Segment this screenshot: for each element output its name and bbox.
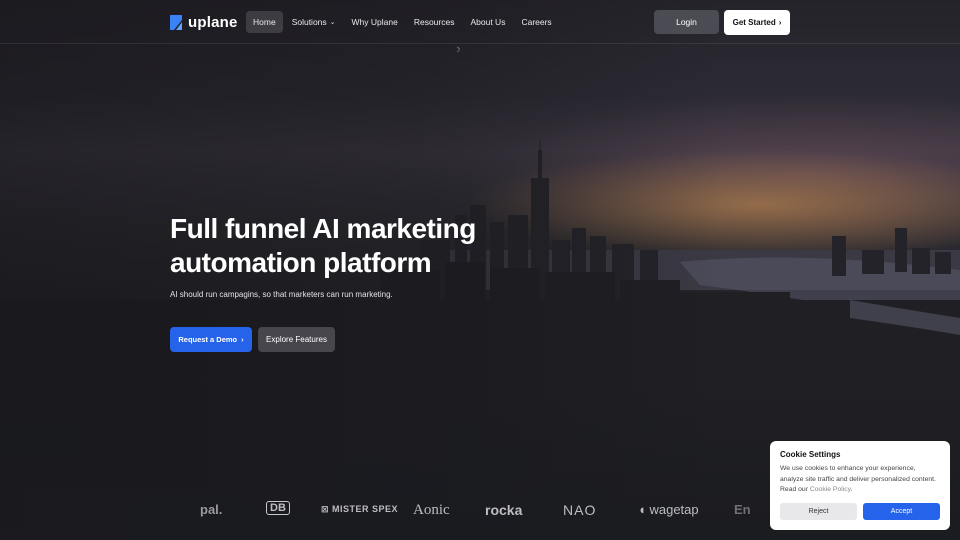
get-started-label: Get Started: [732, 18, 776, 27]
logo-db: DB: [266, 501, 290, 515]
wagetap-drop-icon: ◖: [638, 502, 650, 517]
chevron-right-icon: ›: [241, 335, 244, 344]
login-button[interactable]: Login: [654, 10, 719, 34]
cookie-title: Cookie Settings: [780, 450, 841, 459]
get-started-button[interactable]: Get Started ›: [724, 10, 790, 35]
hero-title: Full funnel AI marketing automation plat…: [170, 212, 490, 280]
nav-item-solutions-label: Solutions: [291, 17, 327, 27]
logo-nao: NAO: [563, 502, 597, 518]
chevron-down-icon: ⌄: [329, 19, 336, 26]
hero-title-line-2: automation platform: [170, 247, 432, 278]
customer-logos: pal. DB ⊠ MISTER SPEX Aonic rocka NAO ◖ …: [200, 500, 760, 522]
logo-mister-spex-text: MISTER SPEX: [332, 504, 399, 514]
cookie-trailing: .: [850, 486, 853, 493]
reject-cookies-button[interactable]: Reject: [780, 503, 857, 520]
cookie-policy-link[interactable]: Cookie Policy: [810, 486, 851, 493]
top-navbar: uplane Home Solutions ⌄ Why Uplane Resou…: [0, 0, 960, 44]
explore-features-button[interactable]: Explore Features: [258, 327, 335, 352]
cookie-text: We use cookies to enhance your experienc…: [780, 464, 940, 496]
nav-links: Home Solutions ⌄ Why Uplane Resources Ab…: [246, 11, 559, 33]
hero-title-line-1: Full funnel AI marketing: [170, 213, 476, 244]
logo-pal: pal.: [200, 502, 223, 517]
logo-aonic: Aonic: [413, 502, 450, 518]
logo-mister-spex: ⊠ MISTER SPEX: [321, 504, 398, 515]
nav-item-resources[interactable]: Resources: [407, 11, 462, 33]
request-demo-button[interactable]: Request a Demo ›: [170, 327, 252, 352]
cookie-actions: Reject Accept: [780, 503, 940, 520]
chevron-right-icon: ›: [778, 18, 782, 27]
logo-wagetap-text: wagetap: [649, 502, 699, 517]
uplane-logo-icon: [170, 15, 182, 30]
logo-rocka: rocka: [485, 502, 523, 518]
accept-cookies-button[interactable]: Accept: [863, 503, 940, 520]
nav-item-about-us[interactable]: About Us: [463, 11, 512, 33]
request-demo-label: Request a Demo: [178, 335, 238, 344]
cookie-body: We use cookies to enhance your experienc…: [780, 465, 936, 493]
mister-spex-mark-icon: ⊠: [321, 504, 333, 514]
brand-name: uplane: [188, 14, 238, 31]
hero-subtitle: AI should run campagins, so that markete…: [170, 290, 393, 299]
nav-item-careers[interactable]: Careers: [514, 11, 558, 33]
logo-partial: En: [734, 502, 751, 517]
nav-item-home[interactable]: Home: [246, 11, 283, 33]
nav-item-why-uplane[interactable]: Why Uplane: [345, 11, 405, 33]
logo-wagetap: ◖ wagetap: [638, 502, 699, 517]
nav-item-solutions[interactable]: Solutions ⌄: [285, 11, 343, 33]
brand-logo[interactable]: uplane: [170, 14, 238, 31]
moon-icon: ☽: [454, 47, 461, 54]
cookie-banner: Cookie Settings We use cookies to enhanc…: [770, 441, 950, 530]
